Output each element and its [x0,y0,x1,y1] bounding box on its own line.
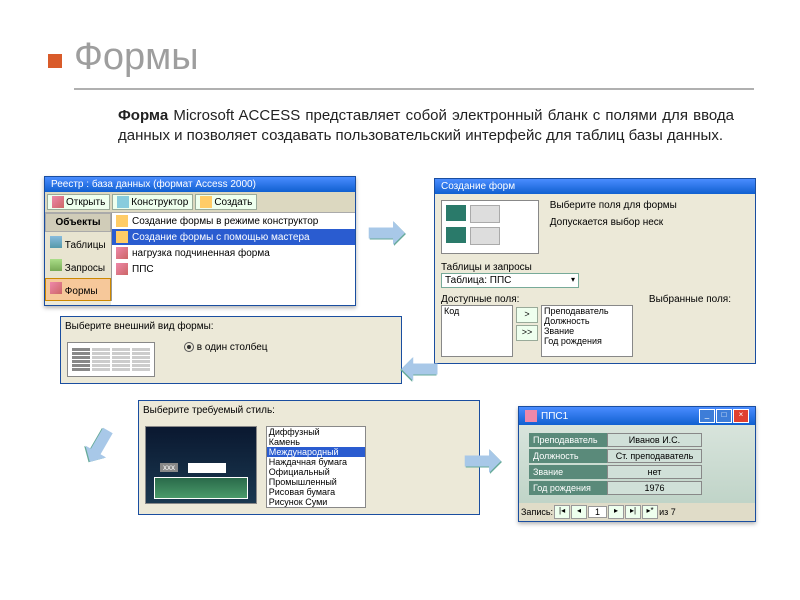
arrow-right-icon: ➡ [366,204,406,260]
last-button[interactable]: ▸| [625,505,641,519]
avail-label: Доступные поля: [441,294,519,305]
close-button[interactable]: × [733,409,749,423]
style-list[interactable]: ДиффузныйКамень Международный Наждачная … [266,426,366,508]
db-list: Создание формы в режиме конструктор Созд… [111,213,355,305]
tables-label: Таблицы и запросы [441,262,749,273]
list-item[interactable]: Создание формы в режиме конструктор [112,213,355,229]
db-toolbar: Открыть Конструктор Создать [45,192,355,213]
sidebar-item-queries[interactable]: Запросы [45,255,111,278]
field-value[interactable]: Иванов И.С. [607,433,702,447]
nav-total: из 7 [659,507,676,517]
tables-combo[interactable]: Таблица: ППС▾ [441,273,579,288]
addall-button[interactable]: >> [516,325,538,341]
field-value[interactable]: 1976 [607,481,702,495]
wizard-title: Создание форм [441,181,515,192]
open-icon [52,196,64,208]
layout-window: Выберите внешний вид формы: в один столб… [60,316,402,384]
arrow-left-icon: ➡ [400,340,440,396]
desc-text: Microsoft ACCESS представляет собой элек… [118,107,734,144]
title-bullet [48,54,62,68]
maximize-button[interactable]: □ [716,409,732,423]
field-label: Звание [529,465,607,479]
queries-icon [50,259,62,271]
db-titlebar[interactable]: Реестр : база данных (формат Access 2000… [45,177,355,192]
form-titlebar[interactable]: ППС1 _ □ × [519,407,755,425]
form-row: ПреподавательИванов И.С. [529,433,745,447]
form-row: Год рождения1976 [529,481,745,495]
form-body: ПреподавательИванов И.С. ДолжностьСт. пр… [519,425,755,503]
field-value[interactable]: Ст. преподаватель [607,449,702,463]
nav-label: Запись: [521,507,553,517]
form-row: Званиенет [529,465,745,479]
arrow-down-icon: ➡ [66,415,135,478]
form-icon [525,410,537,422]
desc-bold: Форма [118,107,168,124]
wiz-icon [116,215,128,227]
sidebar-hdr: Объекты [45,213,111,232]
sel-listbox[interactable]: ПреподавательДолжностьЗваниеГод рождения [541,305,633,357]
slide-title: Формы [74,36,199,79]
prev-button[interactable]: ◂ [571,505,587,519]
layout-preview [67,342,155,377]
arrow-right-icon: ➡ [462,432,502,488]
form-row: ДолжностьСт. преподаватель [529,449,745,463]
field-label: Должность [529,449,607,463]
wizard-window: Создание форм Выберите поля для формы До… [434,178,756,364]
style-window: Выберите требуемый стиль: xxx ДиффузныйК… [138,400,480,515]
form-title: ППС1 [541,411,568,422]
form-window: ППС1 _ □ × ПреподавательИванов И.С. Долж… [518,406,756,522]
form-icon [116,247,128,259]
wizard-titlebar[interactable]: Создание форм [435,179,755,194]
style-pv-label: xxx [160,463,178,472]
sel-label: Выбранные поля: [649,294,731,305]
avail-listbox[interactable]: Код [441,305,513,357]
form-icon [116,263,128,275]
db-sidebar: Объекты Таблицы Запросы Формы [45,213,112,301]
list-item[interactable]: нагрузка подчиненная форма [112,245,355,261]
wizard-hint1: Выберите поля для формы [550,200,740,211]
field-label: Год рождения [529,481,607,495]
design-button[interactable]: Конструктор [112,194,193,210]
list-item[interactable]: Создание формы с помощью мастера [112,229,355,245]
wizard-preview [441,200,539,254]
tables-icon [50,236,62,248]
title-underline [74,88,754,90]
new-button[interactable]: Создать [195,194,257,210]
style-preview: xxx [145,426,257,504]
new-icon [200,196,212,208]
style-prompt: Выберите требуемый стиль: [139,401,479,420]
layout-option[interactable]: в один столбец [184,342,268,353]
add-button[interactable]: > [516,307,538,323]
record-navbar: Запись: |◂ ◂ 1 ▸ ▸| ▸* из 7 [519,503,755,521]
design-icon [117,196,129,208]
sidebar-item-tables[interactable]: Таблицы [45,232,111,255]
field-value[interactable]: нет [607,465,702,479]
field-label: Преподаватель [529,433,607,447]
description: Форма Microsoft ACCESS представляет собо… [118,106,734,147]
wiz-icon [116,231,128,243]
db-window: Реестр : база данных (формат Access 2000… [44,176,356,306]
chevron-down-icon: ▾ [571,275,575,286]
newrec-button[interactable]: ▸* [642,505,658,519]
list-item[interactable]: ППС [112,261,355,277]
layout-prompt: Выберите внешний вид формы: [61,317,401,336]
minimize-button[interactable]: _ [699,409,715,423]
forms-icon [50,282,62,294]
db-title: Реестр : база данных (формат Access 2000… [51,179,256,190]
wizard-hint2: Допускается выбор неск [550,217,740,228]
next-button[interactable]: ▸ [608,505,624,519]
sidebar-item-forms[interactable]: Формы [45,278,111,301]
radio-icon [184,342,194,352]
open-button[interactable]: Открыть [47,194,110,210]
first-button[interactable]: |◂ [554,505,570,519]
nav-pos[interactable]: 1 [588,506,607,518]
